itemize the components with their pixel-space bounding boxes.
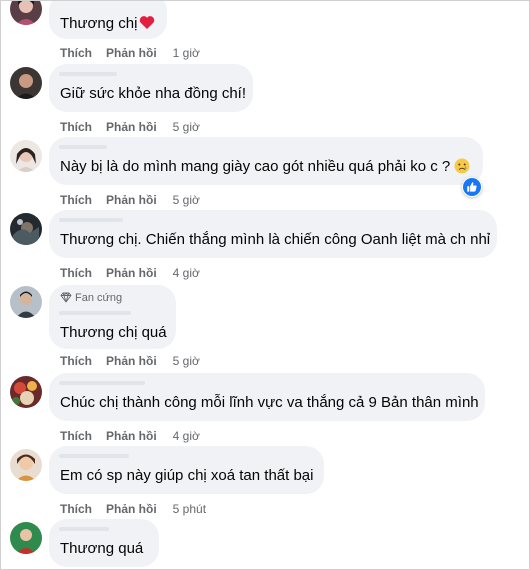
comment-text: Giữ sức khỏe nha đồng chí! — [60, 85, 247, 102]
comment: Giữ sức khỏe nha đồng chí! Thích Phản hồi… — [1, 64, 529, 137]
comment-text: Thương chị. Chiến thắng mình là chiến cô… — [60, 231, 491, 248]
comment: Fan cứng Thương chị quá Thích Phản hồi 5 g… — [1, 285, 529, 372]
reaction-count[interactable] — [462, 177, 482, 197]
comment: Thương chị Thích Phản hồi 1 giờ — [1, 1, 529, 63]
avatar[interactable] — [10, 449, 42, 481]
comment: Em có sp này giúp chị xoá tan thất bại T… — [1, 446, 529, 519]
comment-text: Thương chị quá — [60, 324, 167, 341]
avatar[interactable] — [10, 140, 42, 172]
avatar[interactable] — [10, 1, 42, 25]
like-button[interactable]: Thích — [60, 46, 92, 60]
fan-badge[interactable]: Fan cứng — [60, 291, 122, 305]
reply-button[interactable]: Phản hồi — [106, 502, 157, 516]
comment-time[interactable]: 5 giờ — [173, 354, 200, 368]
avatar[interactable] — [10, 213, 42, 245]
reply-button[interactable]: Phản hồi — [106, 354, 157, 368]
reply-button[interactable]: Phản hồi — [106, 120, 157, 134]
comment-bubble: Fan cứng Thương chị quá — [49, 285, 176, 349]
fan-badge-label: Fan cứng — [75, 292, 123, 304]
comment-text: Chúc chị thành công mỗi lĩnh vực va thắn… — [60, 394, 479, 411]
like-button[interactable]: Thích — [60, 354, 92, 368]
avatar[interactable] — [10, 376, 42, 408]
like-button[interactable]: Thích — [60, 266, 92, 280]
author-name[interactable] — [59, 311, 131, 315]
avatar[interactable] — [10, 522, 42, 554]
comment: Chúc chị thành công mỗi lĩnh vực va thắn… — [1, 373, 529, 446]
author-name[interactable] — [59, 527, 109, 531]
avatar[interactable] — [10, 286, 42, 318]
avatar[interactable] — [10, 67, 42, 99]
comment-time[interactable]: 4 giờ — [173, 266, 200, 280]
diamond-icon — [60, 292, 72, 303]
reply-button[interactable]: Phản hồi — [106, 46, 157, 60]
like-button[interactable]: Thích — [60, 193, 92, 207]
comment-thread: Thương chị Thích Phản hồi 1 giờ Giữ sức kh… — [0, 0, 530, 570]
comment-bubble: Chúc chị thành công mỗi lĩnh vực va thắn… — [49, 373, 485, 421]
author-name[interactable] — [59, 72, 117, 76]
author-name[interactable] — [59, 145, 107, 149]
comment-bubble: Em có sp này giúp chị xoá tan thất bại — [49, 446, 324, 494]
comment-time[interactable]: 5 giờ — [173, 193, 200, 207]
comment-bubble: Này bị là do mình mang giày cao gót nhiề… — [49, 137, 483, 185]
comment: Thương chị. Chiến thắng mình là chiến cô… — [1, 210, 529, 283]
comment-bubble: Giữ sức khỏe nha đồng chí! — [49, 64, 253, 112]
comment-bubble: Thương chị. Chiến thắng mình là chiến cô… — [49, 210, 497, 258]
reply-button[interactable]: Phản hồi — [106, 266, 157, 280]
comment-text: Này bị là do mình mang giày cao gót nhiề… — [60, 158, 451, 175]
heart-icon — [139, 15, 155, 36]
comment-bubble: Thương chị — [49, 1, 167, 39]
like-reaction-icon — [463, 178, 481, 196]
reply-button[interactable]: Phản hồi — [106, 193, 157, 207]
author-name[interactable] — [59, 218, 123, 222]
comment-text: Em có sp này giúp chị xoá tan thất bại — [60, 467, 314, 484]
comment-text: Thương chị — [60, 15, 138, 32]
like-button[interactable]: Thích — [60, 120, 92, 134]
comment-bubble: Thương quá — [49, 519, 159, 567]
author-name[interactable] — [59, 381, 145, 385]
like-button[interactable]: Thích — [60, 502, 92, 516]
comment-text: Thương quá — [60, 540, 144, 557]
like-button[interactable]: Thích — [60, 429, 92, 443]
comment-time[interactable]: 5 phút — [173, 502, 206, 516]
comment: Này bị là do mình mang giày cao gót nhiề… — [1, 137, 529, 210]
comment-time[interactable]: 4 giờ — [173, 429, 200, 443]
comment-time[interactable]: 5 giờ — [173, 120, 200, 134]
reply-button[interactable]: Phản hồi — [106, 429, 157, 443]
comment-time[interactable]: 1 giờ — [173, 46, 200, 60]
comment: Thương quá — [1, 519, 529, 569]
author-name[interactable] — [59, 454, 129, 458]
